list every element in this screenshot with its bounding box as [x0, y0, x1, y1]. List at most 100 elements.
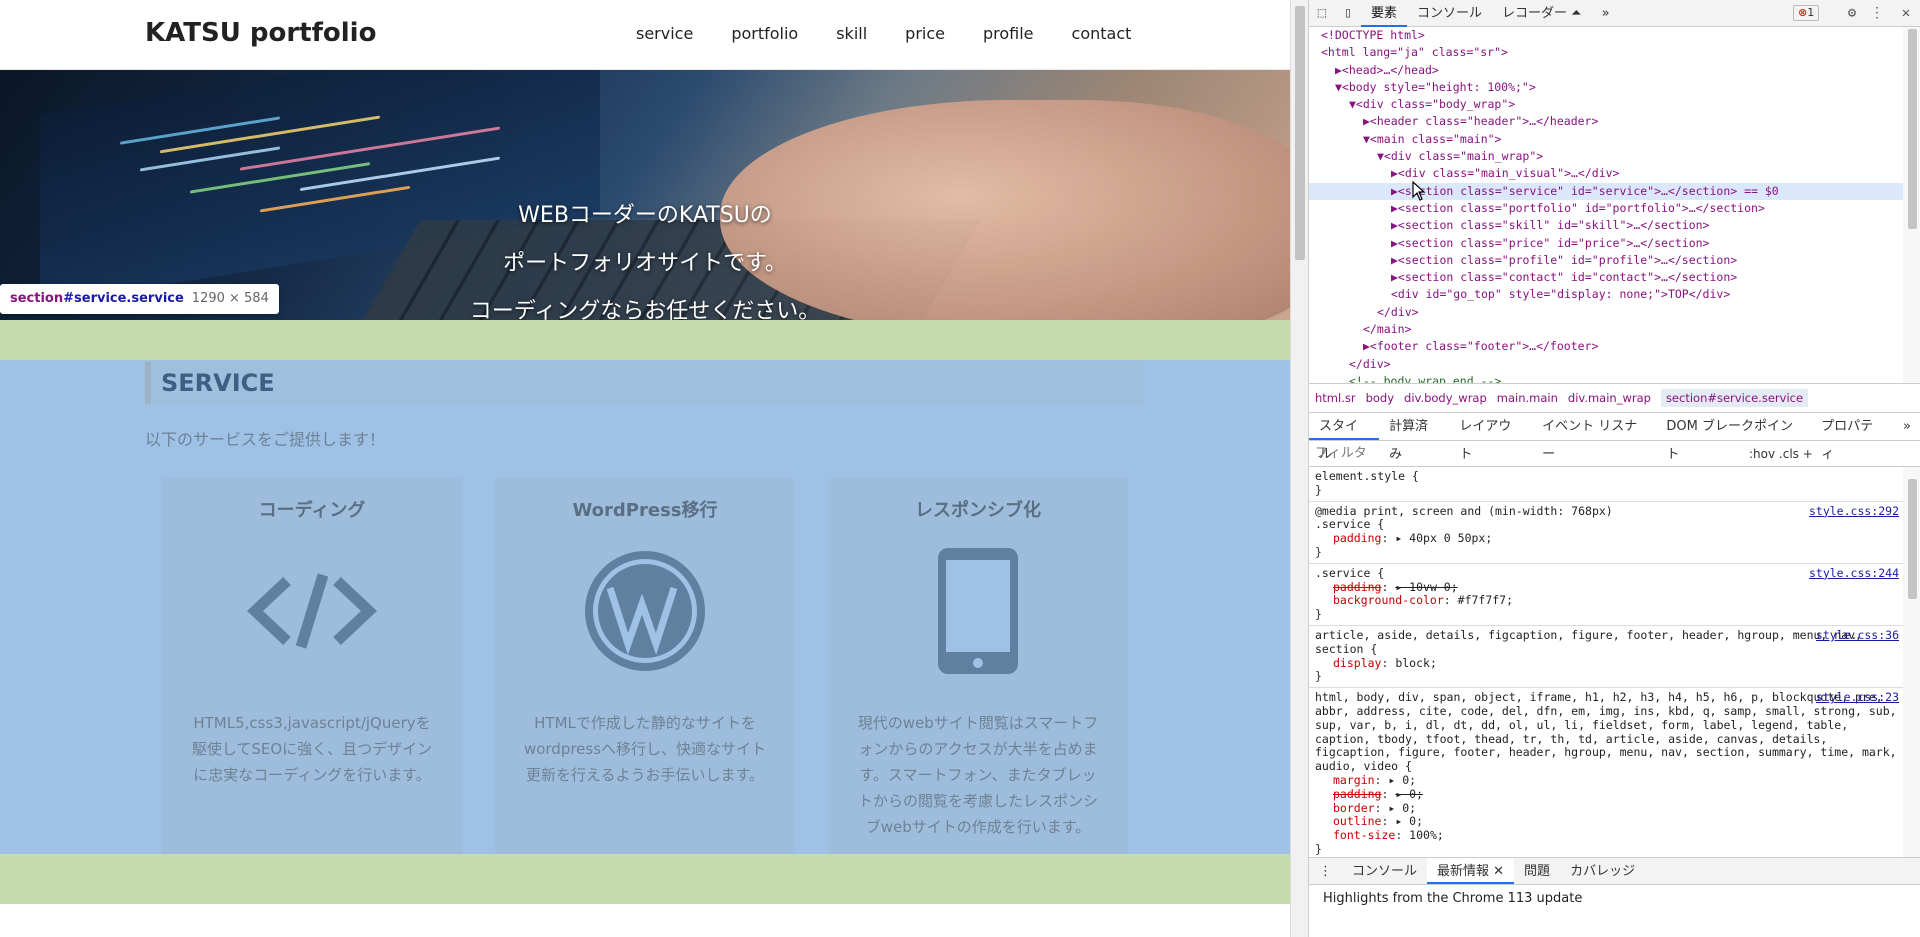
css-property[interactable]: font-size: 100%;	[1315, 828, 1897, 843]
dom-node[interactable]: </div>	[1309, 356, 1903, 373]
css-property[interactable]: padding: ▸ 40px 0 50px;	[1315, 531, 1897, 546]
dom-node[interactable]: ▼<body style="height: 100%;">	[1309, 79, 1903, 96]
css-source-link[interactable]: style.css:244	[1809, 566, 1899, 581]
dom-node[interactable]: <div id="go_top" style="display: none;">…	[1309, 286, 1903, 303]
dom-node[interactable]: ▶<head>…</head>	[1309, 62, 1903, 79]
service-card-coding: コーディング HTML5,css3,javascript/jQueryを駆使して…	[162, 478, 462, 854]
dom-node[interactable]: ▶<header class="header">…</header>	[1309, 113, 1903, 130]
dom-node[interactable]: ▶<section class="profile" id="profile">……	[1309, 252, 1903, 269]
nav-price[interactable]: price	[905, 24, 945, 43]
device-toggle-icon[interactable]: ▯	[1338, 3, 1358, 23]
tooltip-selector: #service.service	[63, 291, 184, 306]
service-card-responsive: レスポンシブ化 現代のwebサイト閲覧はスマートフォンからのアクセスが大半を占め…	[828, 478, 1128, 854]
dom-node[interactable]: </div>	[1309, 304, 1903, 321]
card-title: コーディング	[258, 500, 366, 521]
breadcrumb-item[interactable]: div.main_wrap	[1568, 391, 1651, 405]
main-visual: WEBコーダーのKATSUの ポートフォリオサイトです。 コーディングならお任せ…	[0, 70, 1290, 320]
nav-profile[interactable]: profile	[983, 24, 1034, 43]
dom-node[interactable]: <!DOCTYPE html>	[1309, 27, 1903, 44]
page-scrollbar[interactable]	[1290, 0, 1308, 937]
browser-viewport: KATSU portfolio service portfolio skill …	[0, 0, 1290, 937]
css-property[interactable]: margin: ▸ 0;	[1315, 773, 1897, 788]
styles-scrollbar[interactable]	[1903, 467, 1920, 857]
filter-input[interactable]: フィルタ	[1315, 441, 1367, 467]
css-source-link[interactable]: style.css:36	[1816, 628, 1899, 643]
css-property[interactable]: background-color: #f7f7f7;	[1315, 593, 1897, 608]
styles-tab[interactable]: DOM ブレークポイント	[1656, 413, 1811, 462]
styles-tab[interactable]: 計算済み	[1379, 413, 1449, 462]
site-nav: service portfolio skill price profile co…	[636, 24, 1169, 43]
error-count: 1	[1807, 6, 1815, 19]
card-text: HTML5,css3,javascript/jQueryを駆使してSEOに強く、…	[191, 714, 433, 784]
tab-console[interactable]: コンソール	[1407, 0, 1492, 27]
wordpress-icon	[575, 546, 715, 676]
filter-tools[interactable]: :hov .cls +	[1749, 441, 1813, 467]
nav-skill[interactable]: skill	[836, 24, 867, 43]
nav-portfolio[interactable]: portfolio	[731, 24, 798, 43]
css-property[interactable]: border: ▸ 0;	[1315, 801, 1897, 816]
breadcrumb: html.sr body div.body_wrap main.main div.mai…	[1309, 383, 1920, 413]
dom-tree-scrollbar[interactable]	[1903, 27, 1920, 383]
styles-tab[interactable]: レイアウト	[1449, 413, 1532, 462]
dom-node[interactable]: ▼<div class="body_wrap">	[1309, 96, 1903, 113]
dom-tree-scrollbar-thumb[interactable]	[1908, 29, 1917, 229]
drawer-menu-icon[interactable]: ⋮	[1309, 858, 1342, 884]
breadcrumb-item[interactable]: main.main	[1497, 391, 1558, 405]
styles-tab[interactable]: プロパティ	[1811, 413, 1893, 462]
tab-elements[interactable]: 要素	[1361, 0, 1408, 27]
drawer-tab[interactable]: カバレッジ	[1560, 858, 1645, 884]
kebab-menu-icon[interactable]: ⋮	[1867, 3, 1887, 23]
drawer-tab[interactable]: コンソール	[1342, 858, 1427, 884]
dom-node[interactable]: <html lang="ja" class="sr">	[1309, 44, 1903, 61]
dom-node[interactable]: <!-- body_wrap end -->	[1309, 373, 1903, 383]
drawer-tab[interactable]: 最新情報 ✕	[1427, 858, 1515, 884]
nav-contact[interactable]: contact	[1072, 24, 1132, 43]
tooltip-tag: section	[10, 291, 64, 306]
css-property[interactable]: padding: ▸ 0;	[1315, 787, 1897, 802]
dom-node[interactable]: ▶<section class="contact" id="contact">……	[1309, 269, 1903, 286]
settings-gear-icon[interactable]: ⚙	[1842, 3, 1862, 23]
styles-tab[interactable]: »	[1893, 413, 1920, 440]
site-header: KATSU portfolio service portfolio skill …	[0, 0, 1290, 70]
dom-node[interactable]: ▶<section class="service" id="service">……	[1309, 182, 1903, 200]
css-property[interactable]: display: block;	[1315, 656, 1897, 671]
dom-node[interactable]: ▶<section class="skill" id="skill">…</se…	[1309, 217, 1903, 234]
css-source-link[interactable]: style.css:292	[1809, 504, 1899, 519]
css-property[interactable]: outline: ▸ 0;	[1315, 814, 1897, 829]
css-rule: style.css:244 .service {padding: ▸ 10vw 0…	[1309, 564, 1903, 626]
tab-recorder[interactable]: レコーダー ⏶	[1492, 0, 1592, 27]
nav-service[interactable]: service	[636, 24, 693, 43]
inspect-element-icon[interactable]: ⬚	[1312, 3, 1332, 23]
dom-node[interactable]: ▶<section class="price" id="price">…</se…	[1309, 235, 1903, 252]
dom-node[interactable]: ▼<div class="main_wrap">	[1309, 148, 1903, 165]
site-logo[interactable]: KATSU portfolio	[145, 18, 376, 48]
hero-line-2: ポートフォリオサイトです。	[503, 251, 787, 276]
dom-node[interactable]: ▼<main class="main">	[1309, 131, 1903, 148]
breadcrumb-item[interactable]: html.sr	[1315, 391, 1356, 405]
breadcrumb-item[interactable]: div.body_wrap	[1404, 391, 1487, 405]
error-badge[interactable]: ⊗1	[1793, 5, 1820, 21]
page-scrollbar-thumb[interactable]	[1295, 6, 1305, 260]
css-rule: style.css:292 @media print, screen and (m…	[1309, 502, 1903, 564]
tooltip-size: 1290 × 584	[191, 291, 269, 306]
more-tabs-button[interactable]: »	[1592, 0, 1620, 27]
close-icon[interactable]: ✕	[1896, 3, 1916, 23]
drawer-message: Highlights from the Chrome 113 update	[1309, 884, 1920, 914]
css-property[interactable]: padding: ▸ 10vw 0;	[1315, 580, 1897, 595]
dom-node[interactable]: ▶<section class="portfolio" id="portfoli…	[1309, 200, 1903, 217]
styles-tabbar: スタイル 計算済み レイアウト イベント リスナー DOM ブレークポイント プロパティ»	[1309, 413, 1920, 462]
styles-tab[interactable]: スタイル	[1309, 413, 1380, 462]
styles-scrollbar-thumb[interactable]	[1908, 479, 1917, 599]
smartphone-icon	[908, 546, 1048, 676]
dom-node[interactable]: ▶<footer class="footer">…</footer>	[1309, 338, 1903, 355]
service-title: SERVICE	[145, 362, 1145, 404]
padding-highlight-top	[0, 320, 1290, 360]
css-selector: article, aside, details, figcaption, fig…	[1315, 627, 1862, 656]
styles-tab[interactable]: イベント リスナー	[1532, 413, 1656, 462]
css-source-link[interactable]: style.css:23	[1816, 690, 1899, 705]
drawer-tab[interactable]: 問題	[1514, 858, 1560, 884]
breadcrumb-item[interactable]: section#service.service	[1660, 389, 1809, 407]
dom-node[interactable]: </main>	[1309, 321, 1903, 338]
dom-node[interactable]: ▶<div class="main_visual">…</div>	[1309, 165, 1903, 182]
breadcrumb-item[interactable]: body	[1366, 391, 1394, 405]
